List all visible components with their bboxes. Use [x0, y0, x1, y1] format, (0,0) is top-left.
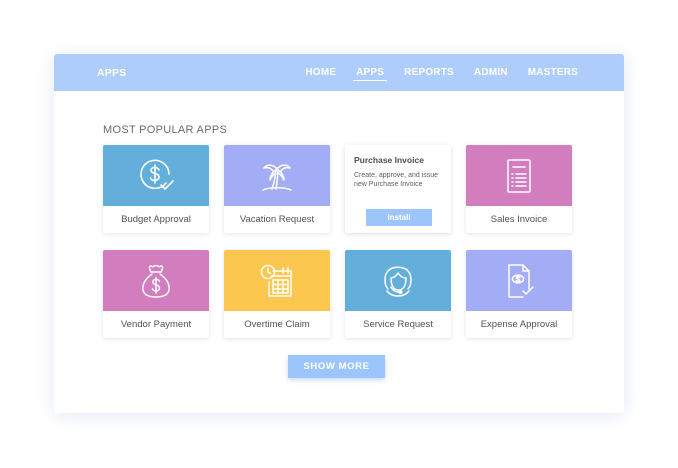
calendar-clock-icon: [257, 261, 297, 301]
app-label: Vendor Payment: [120, 319, 192, 330]
nav-reports[interactable]: REPORTS: [401, 67, 457, 81]
expense-document-icon: [499, 261, 539, 301]
app-tile: [466, 250, 572, 311]
palm-tree-icon: [257, 156, 297, 196]
app-card-budget-approval[interactable]: Budget Approval: [103, 145, 209, 233]
invoice-document-icon: [499, 156, 539, 196]
app-label: Sales Invoice: [490, 214, 548, 225]
app-label: Service Request: [363, 319, 433, 330]
app-label: Overtime Claim: [244, 319, 310, 330]
money-bag-icon: [136, 261, 176, 301]
show-more-button[interactable]: SHOW MORE: [288, 355, 385, 378]
app-tile: [103, 145, 209, 206]
app-tile: [224, 250, 330, 311]
app-tile: [224, 145, 330, 206]
app-card-service-request[interactable]: Service Request: [345, 250, 451, 338]
app-card-purchase-invoice[interactable]: Purchase Invoice Create, approve, and is…: [345, 145, 451, 233]
app-label: Budget Approval: [121, 214, 191, 225]
app-label: Vacation Request: [239, 214, 315, 225]
featured-app-title: Purchase Invoice: [354, 155, 424, 165]
dollar-check-icon: [136, 156, 176, 196]
nav-home[interactable]: HOME: [302, 67, 339, 81]
section-title: MOST POPULAR APPS: [103, 124, 228, 136]
app-card-overtime-claim[interactable]: Overtime Claim: [224, 250, 330, 338]
nav-apps[interactable]: APPS: [353, 67, 388, 81]
nav-admin[interactable]: ADMIN: [471, 67, 511, 81]
main-nav: HOME APPS REPORTS ADMIN MASTERS: [288, 67, 581, 81]
app-tile: [345, 250, 451, 311]
support-agent-icon: [378, 261, 418, 301]
apps-window: APPS HOME APPS REPORTS ADMIN MASTERS MOS…: [54, 54, 624, 413]
featured-app-description: Create, approve, and issue new Purchase …: [354, 172, 439, 188]
top-navbar: APPS HOME APPS REPORTS ADMIN MASTERS: [54, 54, 624, 91]
app-tile: [466, 145, 572, 206]
app-card-vendor-payment[interactable]: Vendor Payment: [103, 250, 209, 338]
app-card-sales-invoice[interactable]: Sales Invoice: [466, 145, 572, 233]
install-button[interactable]: Install: [366, 209, 432, 226]
app-label: Expense Approval: [480, 319, 558, 330]
nav-masters[interactable]: MASTERS: [525, 67, 581, 81]
app-card-vacation-request[interactable]: Vacation Request: [224, 145, 330, 233]
app-tile: [103, 250, 209, 311]
brand-title: APPS: [97, 67, 127, 79]
app-card-expense-approval[interactable]: Expense Approval: [466, 250, 572, 338]
